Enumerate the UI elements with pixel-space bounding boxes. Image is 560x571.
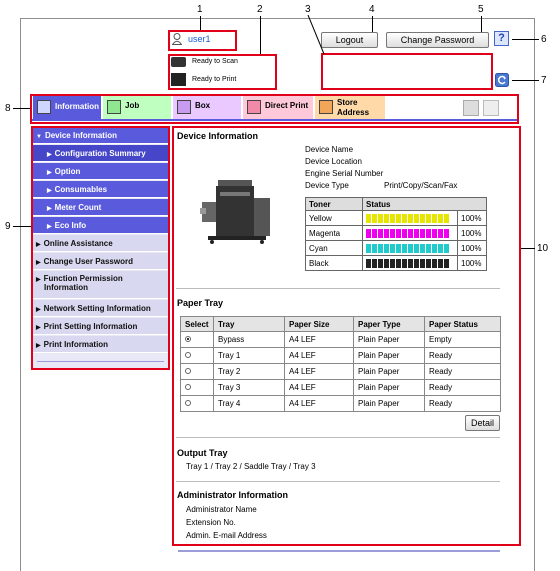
change-password-button[interactable]: Change Password (386, 32, 489, 48)
bottom-rule (178, 550, 500, 552)
callout-4: 4 (369, 4, 375, 15)
callout-box-9 (31, 126, 170, 370)
callout-1: 1 (197, 4, 203, 15)
leader-3 (300, 14, 330, 55)
callout-10: 10 (537, 243, 549, 254)
callout-7: 7 (541, 75, 547, 86)
callout-6: 6 (541, 34, 547, 45)
refresh-icon[interactable] (495, 73, 509, 87)
leader-5 (481, 16, 482, 32)
callout-box-1 (168, 30, 237, 51)
leader-10 (521, 248, 535, 249)
callout-2: 2 (257, 4, 263, 15)
callout-box-3 (321, 53, 493, 90)
leader-4 (372, 16, 373, 32)
callout-3: 3 (305, 4, 311, 15)
callout-5: 5 (478, 4, 484, 15)
help-icon[interactable]: ? (494, 31, 509, 46)
leader-9 (13, 226, 31, 227)
callout-box-2 (168, 54, 277, 90)
callout-box-8 (30, 94, 519, 124)
callout-8: 8 (5, 103, 11, 114)
leader-6 (512, 39, 539, 40)
help-label: ? (498, 32, 505, 44)
callout-9: 9 (5, 221, 11, 232)
leader-8 (13, 108, 30, 109)
callout-box-10 (172, 126, 521, 546)
leader-7 (512, 80, 539, 81)
leader-2 (260, 16, 261, 54)
leader-1 (200, 16, 201, 30)
